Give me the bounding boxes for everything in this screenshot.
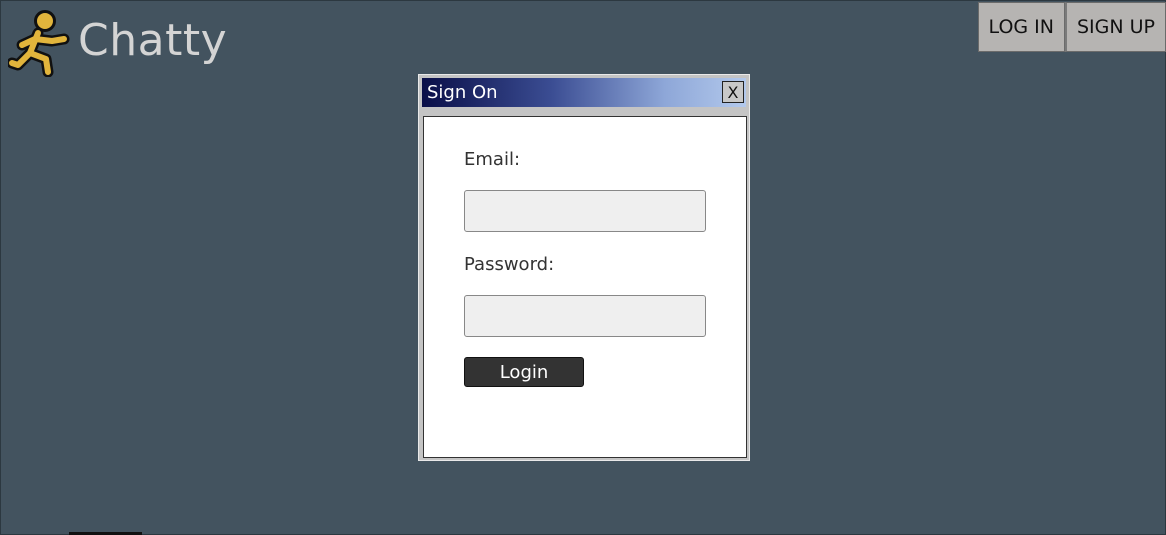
dialog-body: Email: Password: Login (423, 116, 747, 458)
close-button[interactable]: X (722, 81, 744, 103)
email-label: Email: (464, 149, 521, 170)
email-field[interactable] (464, 190, 706, 232)
dialog-titlebar[interactable]: Sign On X (422, 78, 746, 107)
password-label: Password: (464, 254, 555, 275)
login-button[interactable]: Login (464, 357, 584, 387)
brand-name: Chatty (78, 14, 228, 66)
dialog-title: Sign On (427, 82, 498, 103)
log-in-button[interactable]: LOG IN (977, 2, 1065, 52)
top-navigation: LOG IN SIGN UP (977, 2, 1166, 52)
brand[interactable]: Chatty (8, 8, 227, 78)
running-man-icon (8, 10, 70, 77)
sign-up-button[interactable]: SIGN UP (1064, 2, 1166, 52)
password-field[interactable] (464, 295, 706, 337)
sign-on-dialog: Sign On X Email: Password: Login (418, 74, 750, 461)
